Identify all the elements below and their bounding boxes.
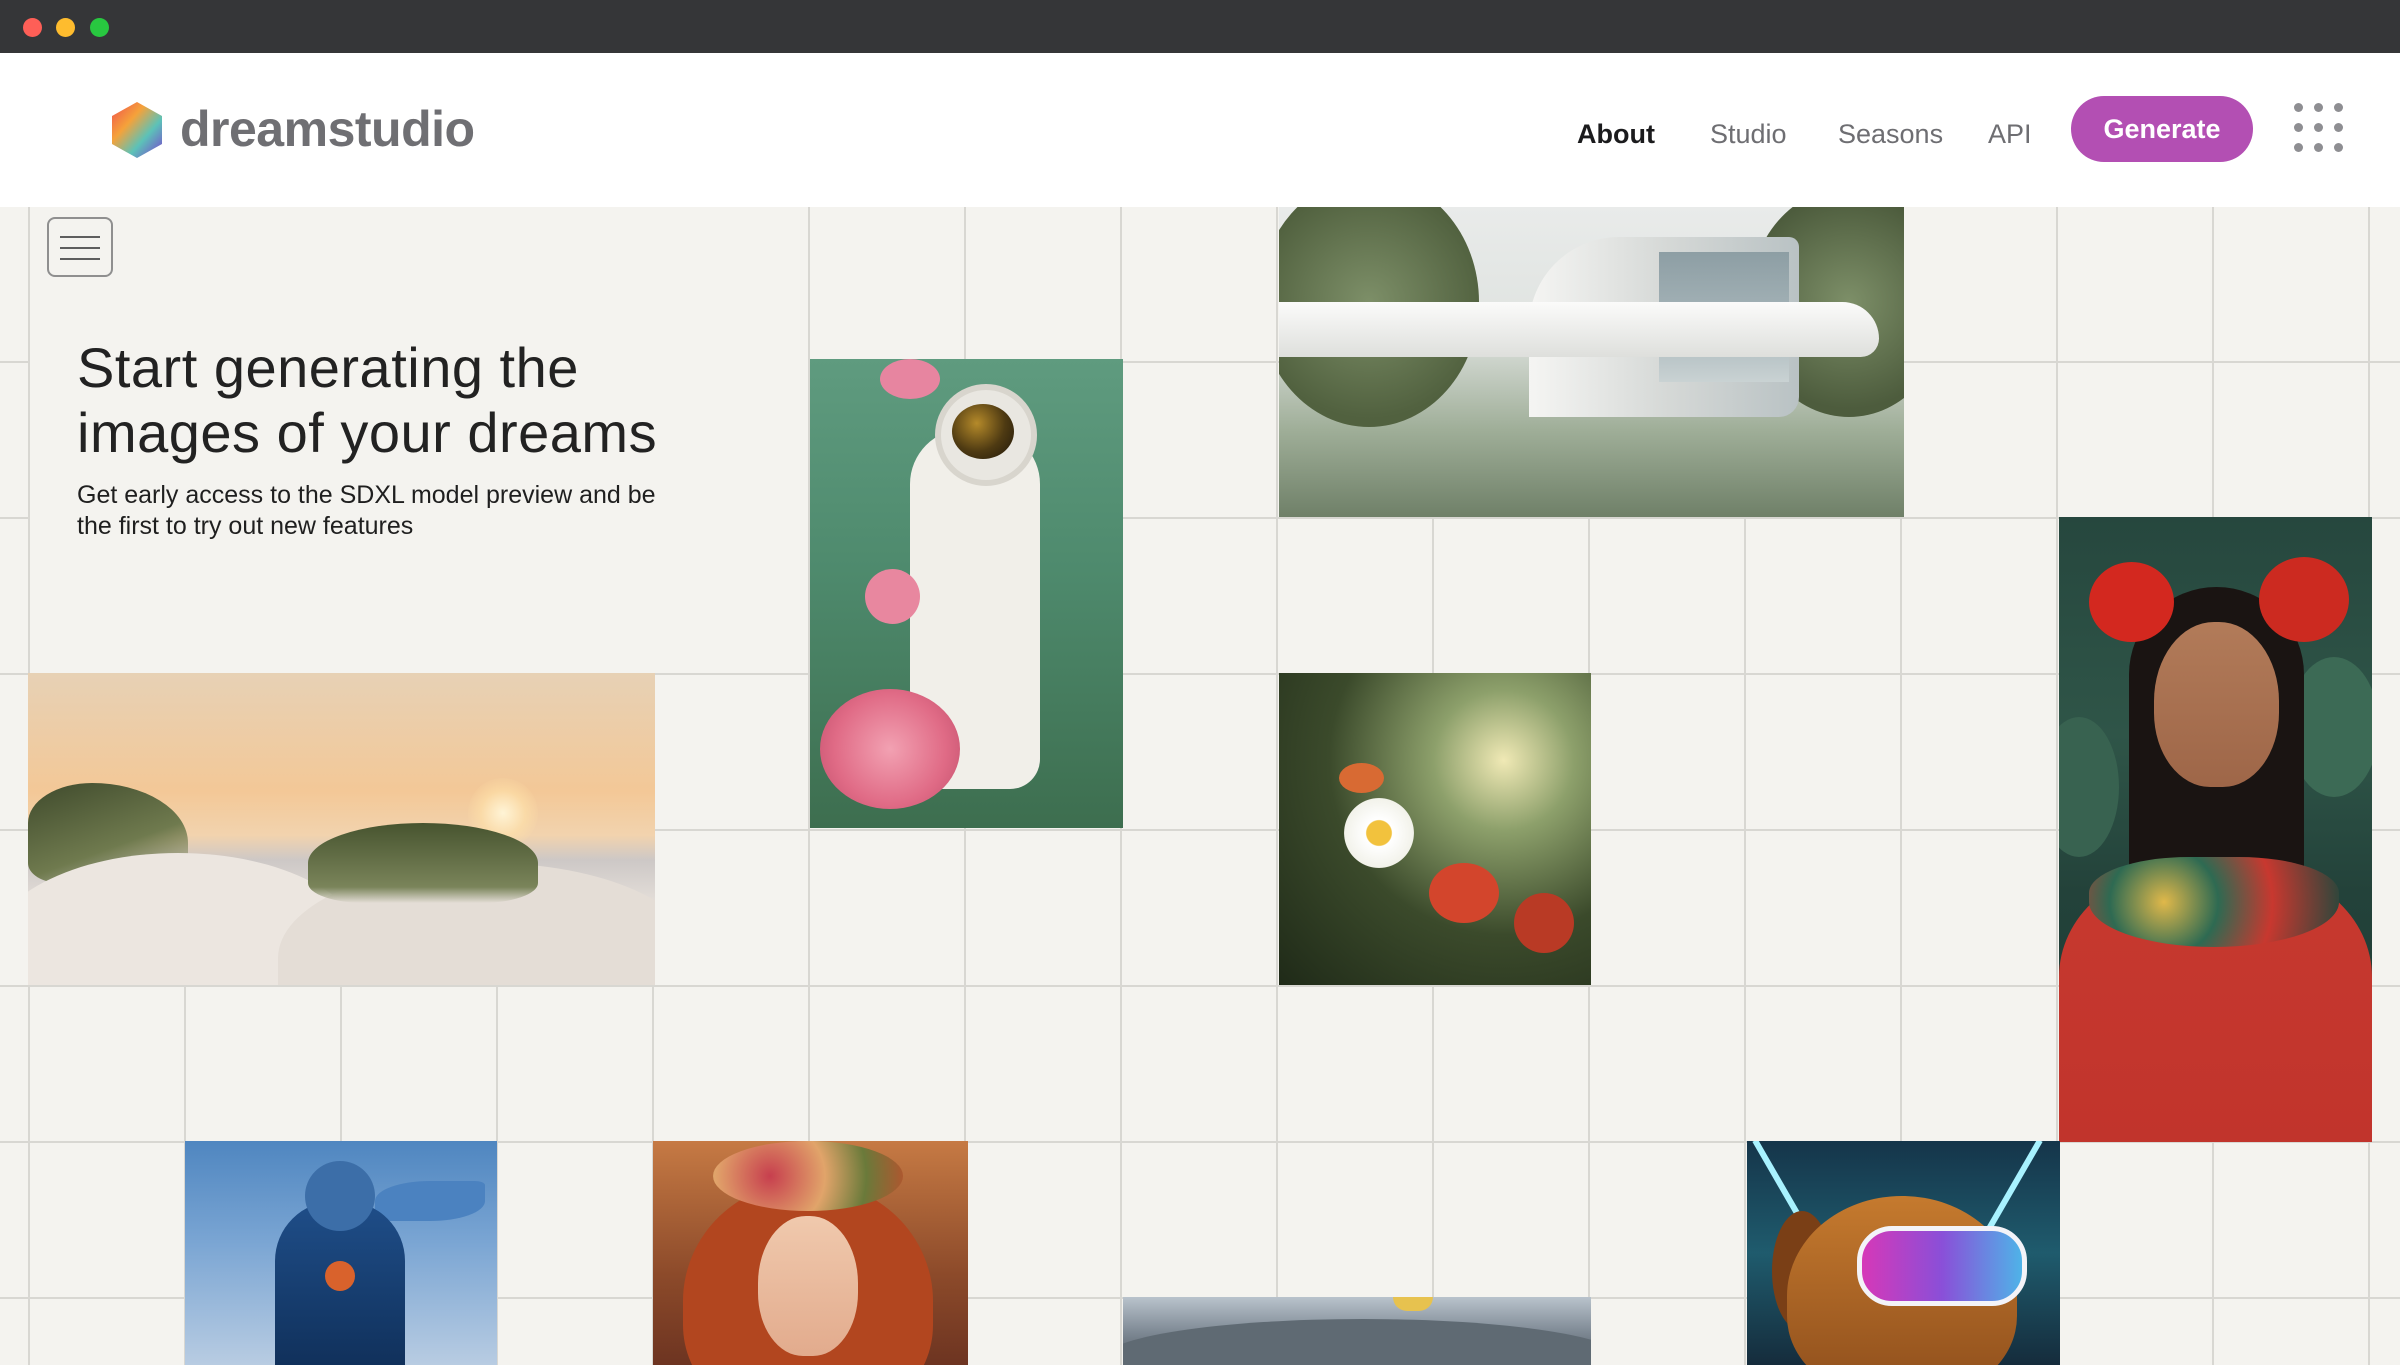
nav-studio[interactable]: Studio [1710,118,1787,150]
nav-api[interactable]: API [1988,118,2032,150]
generate-button[interactable]: Generate [2071,96,2253,162]
astronaut-roses-image[interactable] [810,359,1123,828]
nav-seasons[interactable]: Seasons [1838,118,1943,150]
hero-title: Start generating the images of your drea… [77,336,658,464]
logo-wordmark[interactable]: dreamstudio [180,101,475,157]
frida-portrait-image[interactable] [2059,517,2372,1142]
hero-panel: Start generating the images of your drea… [30,207,808,673]
flower-crown-woman-image[interactable] [653,1141,968,1365]
nav-about[interactable]: About [1577,118,1655,150]
sunset-dunes-image[interactable] [28,673,655,985]
vr-dog-image[interactable] [1747,1141,2060,1365]
hamburger-menu-icon[interactable] [47,217,113,277]
robot-pilot-image[interactable] [185,1141,497,1365]
mountain-landscape-image[interactable] [1123,1297,1591,1365]
daisy-flowers-image[interactable] [1279,673,1591,985]
window-titlebar [0,0,2400,53]
close-window-button[interactable] [23,18,42,37]
hero-subtitle: Get early access to the SDXL model previ… [77,481,656,540]
browser-window: dreamstudio About Studio Seasons API Gen… [0,0,2400,1365]
modern-house-image[interactable] [1279,207,1904,517]
grid-dots-icon[interactable] [2294,103,2344,153]
image-grid: Start generating the images of your drea… [0,207,2400,1365]
minimize-window-button[interactable] [56,18,75,37]
zoom-window-button[interactable] [90,18,109,37]
site-header: dreamstudio About Studio Seasons API Gen… [0,53,2400,207]
dreamstudio-logo-icon[interactable] [107,100,167,160]
